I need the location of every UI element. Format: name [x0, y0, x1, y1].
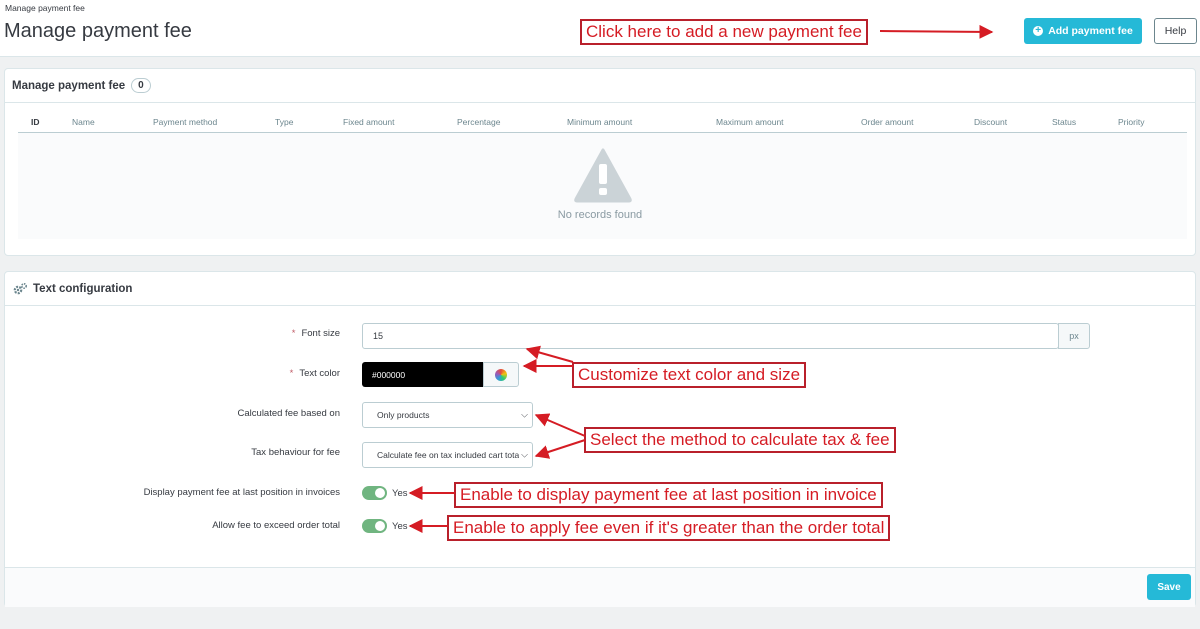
color-picker-button[interactable] [483, 362, 519, 387]
config-panel-footer [5, 567, 1195, 607]
config-panel-title: Text configuration [33, 282, 133, 295]
add-payment-fee-label: Add payment fee [1048, 25, 1133, 37]
tax-behaviour-label: Tax behaviour for fee [251, 447, 340, 458]
plus-circle-icon: + [1033, 26, 1044, 36]
column-header-percentage[interactable]: Percentage [457, 117, 500, 127]
help-button[interactable]: Help [1154, 18, 1197, 44]
annotation-last-position: Enable to display payment fee at last po… [454, 482, 883, 508]
last-position-label: Display payment fee at last position in … [143, 487, 340, 498]
add-payment-fee-button[interactable]: + Add payment fee [1024, 18, 1142, 44]
column-header-type[interactable]: Type [275, 117, 293, 127]
gears-icon [13, 282, 28, 294]
column-header-fixed-amount[interactable]: Fixed amount [343, 117, 395, 127]
annotation-exceed-total: Enable to apply fee even if it's greater… [447, 515, 891, 541]
fee-based-on-label: Calculated fee based on [237, 408, 340, 419]
config-panel-heading: Text configuration [5, 272, 1195, 306]
page-title: Manage payment fee [4, 20, 192, 42]
text-color-input[interactable]: #000000 [362, 362, 483, 387]
column-header-discount[interactable]: Discount [974, 117, 1007, 127]
column-header-id[interactable]: ID [31, 117, 40, 127]
list-panel-heading: Manage payment fee 0 [5, 69, 1195, 103]
column-header-name[interactable]: Name [72, 117, 95, 127]
column-header-order-amount[interactable]: Order amount [861, 117, 913, 127]
no-records-text: No records found [557, 209, 643, 221]
annotation-text-color-size: Customize text color and size [572, 362, 807, 388]
column-header-status[interactable]: Status [1052, 117, 1076, 127]
chevron-down-icon: ⌵ [521, 409, 528, 420]
payment-fee-list-panel: Manage payment fee 0 ID Name Payment met… [4, 68, 1196, 256]
exceed-total-value: Yes [392, 521, 408, 532]
annotation-add-fee: Click here to add a new payment fee [580, 19, 868, 45]
font-size-unit: px [1058, 323, 1090, 349]
column-header-maximum-amount[interactable]: Maximum amount [716, 117, 784, 127]
tax-behaviour-select[interactable]: Calculate fee on tax included cart total… [362, 442, 533, 468]
list-panel-title: Manage payment fee [12, 79, 126, 92]
exceed-total-toggle[interactable] [362, 519, 387, 533]
chevron-down-icon: ⌵ [519, 449, 528, 461]
column-header-minimum-amount[interactable]: Minimum amount [567, 117, 632, 127]
warning-icon [574, 148, 632, 203]
breadcrumb[interactable]: Manage payment fee [5, 3, 85, 13]
annotation-calc-method: Select the method to calculate tax & fee [584, 427, 896, 453]
save-button[interactable]: Save [1147, 574, 1191, 600]
text-color-label: * Text color [289, 368, 340, 379]
font-size-input[interactable]: 15 [362, 323, 1059, 349]
fee-based-on-select[interactable]: Only products ⌵ [362, 402, 533, 428]
exceed-total-label: Allow fee to exceed order total [212, 520, 340, 531]
record-count-badge: 0 [131, 78, 151, 93]
color-wheel-icon [495, 368, 507, 381]
column-header-payment-method[interactable]: Payment method [153, 117, 217, 127]
font-size-label: * Font size [291, 328, 340, 339]
last-position-toggle[interactable] [362, 486, 387, 500]
column-header-priority[interactable]: Priority [1118, 117, 1144, 127]
last-position-value: Yes [392, 488, 408, 499]
